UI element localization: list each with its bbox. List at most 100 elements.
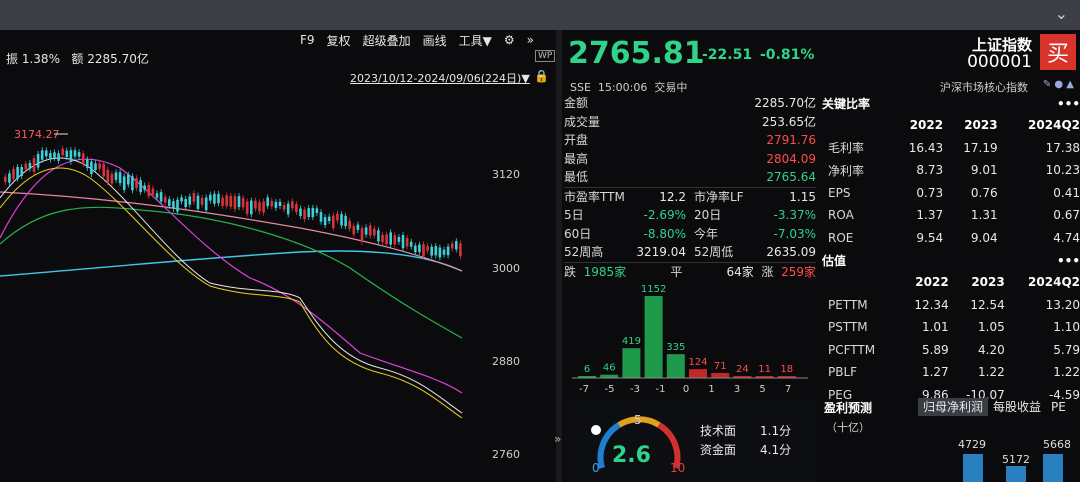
ma250-line (0, 250, 463, 277)
dist-bar (666, 354, 685, 378)
ratio-row: 60日 -8.80% 今年 -7.03% (564, 226, 816, 241)
kline-svg: 3174.27 (0, 128, 463, 419)
dist-tick-label: -1 (656, 384, 666, 395)
last-price: 2765.81 (568, 36, 705, 71)
table-row: 毛利率 16.43 17.19 17.38 (828, 140, 1080, 156)
forecast-title: 盈利预测 (824, 401, 873, 415)
valuation-table: 2022 2023 2024Q2 PETTM 12.34 12.54 13.20 PSTTM 1… (822, 271, 1080, 406)
key-ratios-table: 2022 2023 2024Q2 毛利率 16.43 17.19 17.38 净利率 8.73 9… (822, 114, 1080, 249)
dist-value-label: 419 (622, 336, 641, 347)
exchange-info: SSE 15:00:06 交易中 (570, 81, 688, 94)
overlay-button[interactable]: 超级叠加 (363, 32, 411, 49)
table-row: 净利率 8.73 9.01 10.23 (828, 163, 1080, 178)
forecast-label-3: 5668 (1043, 438, 1070, 451)
tab-pe[interactable]: PE (1046, 398, 1071, 416)
index-code: 000001 (967, 52, 1032, 72)
candles (4, 145, 462, 261)
dist-tick-label: -5 (605, 384, 615, 395)
fund-score: 4.1分 (760, 443, 792, 457)
dist-tick-label: -7 (579, 384, 589, 395)
ratio-row: 52周高 3219.04 52周低 2635.09 (564, 245, 816, 259)
dist-tick-label: 1 (708, 384, 714, 395)
more-icon[interactable]: ••• (1057, 251, 1080, 271)
svg-text:10: 10 (670, 461, 685, 475)
top-bar (0, 0, 1080, 30)
summary-row: 开盘 2791.76 (564, 133, 816, 147)
y-tick-3000: 3000 (492, 262, 520, 275)
table-row: PBLF 1.27 1.22 1.22 (828, 365, 1080, 380)
summary-row: 最低 2765.64 (564, 170, 816, 184)
chevron-down-icon[interactable]: ⌄ (1055, 4, 1068, 23)
chart-toolbar: F9 复权 超级叠加 画线 工具▼ ⚙ » (300, 30, 534, 50)
max-price-label: 3174.27 (14, 128, 60, 141)
dist-value-label: 124 (688, 357, 707, 368)
amplitude-stats: 振 1.38% 额 2285.70亿 (6, 52, 149, 66)
tech-score: 1.1分 (760, 424, 792, 438)
forecast-label-2: 5172 (1002, 453, 1030, 466)
forecast-unit: （十亿） (826, 421, 870, 434)
table-row: PETTM 12.34 12.54 13.20 (828, 297, 1080, 312)
fund-score-label: 资金面 (700, 443, 737, 457)
forecast-label-1: 4729 (958, 438, 986, 451)
dist-value-label: 46 (603, 363, 616, 374)
tech-score-label: 技术面 (700, 424, 737, 438)
forecast-bar-1 (963, 454, 983, 482)
forecast-tabs: 归母净利润 每股收益 PE (918, 398, 1071, 416)
tab-eps[interactable]: 每股收益 (988, 398, 1046, 416)
dist-bar (644, 296, 663, 378)
dist-bar (689, 369, 707, 378)
summary-row: 最高 2804.09 (564, 151, 816, 166)
score-gauge: 0 5 10 2.6 (591, 413, 685, 475)
dist-tick-label: -3 (630, 384, 640, 395)
table-row: EPS 0.73 0.76 0.41 (828, 185, 1080, 200)
wp-icon[interactable]: WP (535, 50, 556, 62)
price-change-pct: -0.81% (760, 47, 815, 63)
fuquan-button[interactable]: 复权 (327, 32, 351, 49)
dist-tick-label: 3 (734, 384, 740, 395)
tools-button[interactable]: 工具▼ (459, 32, 492, 49)
key-ratios-title: 关键比率 (822, 97, 871, 111)
dist-value-label: 6 (584, 364, 590, 375)
f9-button[interactable]: F9 (300, 33, 315, 47)
quote-summary: 金额 2285.70亿 成交量 253.65亿 开盘 2791.76 最高 2804.09 最低… (564, 94, 816, 281)
tab-net-profit[interactable]: 归母净利润 (918, 398, 989, 416)
forecast-bar-2 (1006, 466, 1026, 482)
dist-bar (622, 348, 641, 378)
dist-tick-label: 5 (759, 384, 765, 395)
edit-icon[interactable]: ✎ ● ▲ (1043, 79, 1074, 90)
dist-bar (711, 372, 730, 378)
valuation-title: 估值 (822, 254, 847, 268)
y-tick-3120: 3120 (492, 168, 520, 181)
table-row: ROA 1.37 1.31 0.67 (828, 208, 1080, 223)
summary-row: 成交量 253.65亿 (564, 114, 816, 129)
table-row: ROE 9.54 9.04 4.74 (828, 230, 1080, 245)
dist-value-label: 24 (736, 364, 749, 375)
dist-value-label: 71 (714, 361, 727, 372)
svg-text:2.6: 2.6 (612, 443, 651, 468)
forecast-bar-3 (1043, 454, 1063, 482)
ma60-line (0, 206, 463, 339)
draw-line-button[interactable]: 画线 (423, 32, 447, 49)
distribution-chart: 6 46 419 1152 335124 71 24 11 18 -7 -5 -3 -1 0 1 3 5 7 (572, 284, 808, 395)
dist-value-label: 18 (780, 364, 793, 375)
price-change: -22.51 (702, 47, 753, 63)
y-tick-2880: 2880 (492, 355, 520, 368)
gauge-pointer (591, 425, 601, 435)
more-icon[interactable]: ••• (1057, 94, 1080, 114)
gear-icon[interactable]: ⚙ (504, 33, 515, 47)
expand-right-icon[interactable]: » (554, 432, 561, 446)
core-index-label: 沪深市场核心指数 (940, 81, 1028, 94)
svg-text:0: 0 (592, 461, 600, 475)
dist-value-label: 1152 (641, 284, 666, 295)
date-range-selector[interactable]: 2023/10/12-2024/09/06(224日)▼ (350, 70, 530, 86)
expand-icon[interactable]: » (527, 33, 534, 47)
buy-button[interactable]: 买 (1040, 34, 1076, 70)
forecast-chart: 4729 5172 5668 (958, 438, 1070, 482)
summary-row: 金额 2285.70亿 (564, 96, 816, 110)
lock-icon[interactable]: 🔒 (534, 69, 549, 83)
key-ratios-panel: 关键比率 ••• 2022 2023 2024Q2 毛利率 16.43 17.19 17.38… (822, 94, 1080, 406)
dist-value-label: 11 (758, 364, 771, 375)
table-row: PCFTTM 5.89 4.20 5.79 (828, 342, 1080, 357)
ratio-row: 市盈率TTM 12.2 市净率LF 1.15 (564, 189, 816, 204)
pane-divider[interactable] (556, 30, 562, 482)
